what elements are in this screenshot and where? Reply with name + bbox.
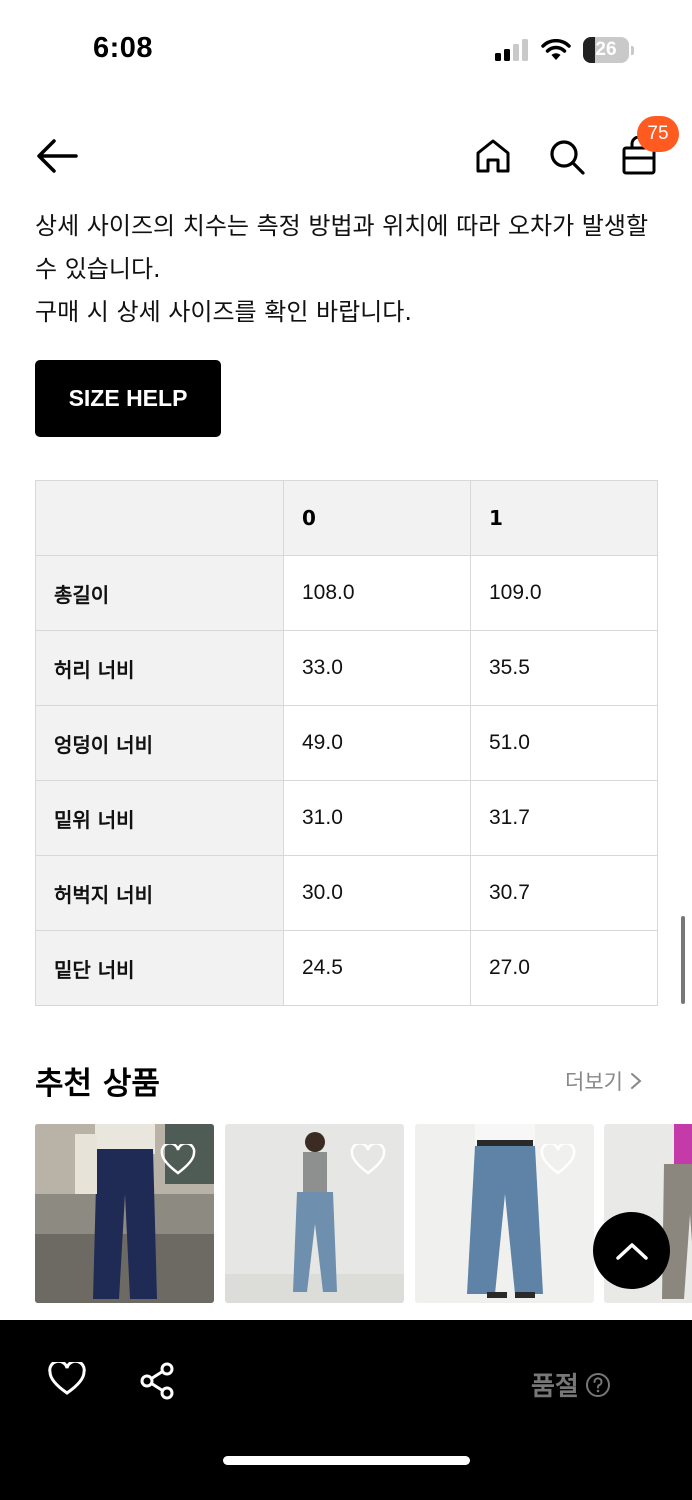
help-circle-icon[interactable] bbox=[585, 1372, 611, 1398]
table-cell: 31.7 bbox=[470, 780, 658, 856]
recommend-title: 추천 상품 bbox=[35, 1066, 160, 1102]
heart-icon[interactable] bbox=[540, 1144, 576, 1176]
table-row: 밑위 너비 31.0 31.7 bbox=[35, 780, 658, 856]
table-cell: 31.0 bbox=[283, 780, 471, 856]
table-cell: 35.5 bbox=[470, 630, 658, 706]
home-indicator bbox=[223, 1456, 470, 1465]
heart-icon[interactable] bbox=[350, 1144, 386, 1176]
scroll-to-top-button[interactable] bbox=[593, 1212, 670, 1289]
row-label: 밑위 너비 bbox=[35, 780, 284, 856]
scrollbar[interactable] bbox=[681, 916, 685, 1004]
status-time: 6:08 bbox=[93, 32, 154, 64]
row-label: 허벅지 너비 bbox=[35, 855, 284, 931]
product-card[interactable] bbox=[35, 1124, 214, 1303]
table-header-cell bbox=[35, 480, 284, 556]
table-row: 허벅지 너비 30.0 30.7 bbox=[35, 855, 658, 931]
soldout-label: 품절 bbox=[531, 1372, 579, 1402]
table-cell: 30.0 bbox=[283, 855, 471, 931]
table-cell: 24.5 bbox=[283, 930, 471, 1006]
product-carousel bbox=[35, 1124, 692, 1304]
heart-icon[interactable] bbox=[48, 1362, 86, 1396]
soldout-status: 품절 bbox=[531, 1366, 611, 1403]
table-cell: 109.0 bbox=[470, 555, 658, 631]
table-cell: 27.0 bbox=[470, 930, 658, 1006]
size-table: 0 1 총길이 108.0 109.0 허리 너비 33.0 35.5 엉덩이 … bbox=[35, 480, 658, 1006]
row-label: 총길이 bbox=[35, 555, 284, 631]
product-card[interactable] bbox=[415, 1124, 594, 1303]
back-arrow-icon[interactable] bbox=[34, 136, 80, 176]
share-icon[interactable] bbox=[138, 1362, 176, 1400]
table-header-cell: 1 bbox=[470, 480, 658, 556]
table-cell: 33.0 bbox=[283, 630, 471, 706]
cart-count-badge: 75 bbox=[637, 116, 679, 152]
row-label: 허리 너비 bbox=[35, 630, 284, 706]
row-label: 엉덩이 너비 bbox=[35, 705, 284, 781]
heart-icon[interactable] bbox=[160, 1144, 196, 1176]
row-label: 밑단 너비 bbox=[35, 930, 284, 1006]
chevron-up-icon bbox=[615, 1242, 648, 1260]
table-cell: 49.0 bbox=[283, 705, 471, 781]
status-bar: 6:08 26 bbox=[0, 0, 692, 100]
table-row: 총길이 108.0 109.0 bbox=[35, 555, 658, 631]
home-icon[interactable] bbox=[474, 137, 512, 175]
size-notice: 상세 사이즈의 치수는 측정 방법과 위치에 따라 오차가 발생할 수 있습니다… bbox=[35, 205, 660, 334]
table-cell: 30.7 bbox=[470, 855, 658, 931]
table-row: 밑단 너비 24.5 27.0 bbox=[35, 930, 658, 1006]
battery-indicator: 26 bbox=[583, 37, 629, 63]
search-icon[interactable] bbox=[548, 138, 586, 176]
table-row: 허리 너비 33.0 35.5 bbox=[35, 630, 658, 706]
chevron-right-icon bbox=[630, 1073, 642, 1089]
bottom-action-bar: 품절 bbox=[0, 1320, 692, 1500]
size-help-button[interactable]: SIZE HELP bbox=[35, 360, 221, 437]
notice-line-1: 상세 사이즈의 치수는 측정 방법과 위치에 따라 오차가 발생할 수 있습니다… bbox=[35, 212, 649, 283]
battery-tip bbox=[631, 45, 634, 55]
more-link-label: 더보기 bbox=[565, 1070, 623, 1094]
signal-icon bbox=[495, 39, 528, 61]
wifi-icon bbox=[541, 39, 571, 60]
table-header-row: 0 1 bbox=[35, 480, 658, 556]
table-cell: 51.0 bbox=[470, 705, 658, 781]
top-nav: 75 bbox=[0, 116, 692, 195]
battery-level: 26 bbox=[595, 39, 617, 60]
table-row: 엉덩이 너비 49.0 51.0 bbox=[35, 705, 658, 781]
status-icons: 26 bbox=[495, 37, 634, 63]
table-header-cell: 0 bbox=[283, 480, 471, 556]
more-link[interactable]: 더보기 bbox=[565, 1066, 643, 1096]
product-card[interactable] bbox=[225, 1124, 404, 1303]
notice-line-2: 구매 시 상세 사이즈를 확인 바랍니다. bbox=[35, 298, 412, 326]
table-cell: 108.0 bbox=[283, 555, 471, 631]
